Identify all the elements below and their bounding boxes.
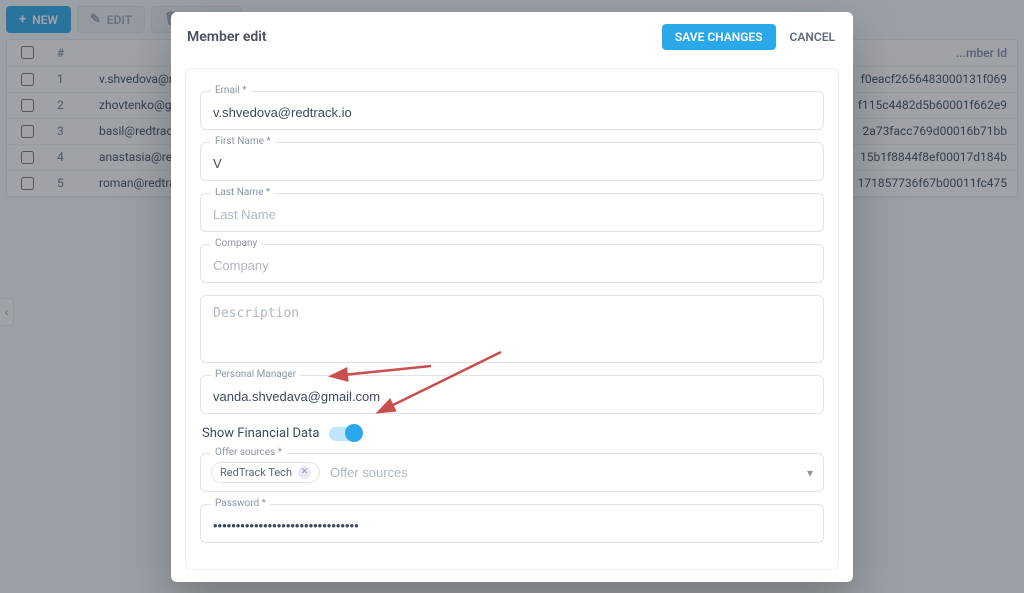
description-field[interactable] xyxy=(213,306,811,350)
manager-field[interactable] xyxy=(213,389,811,404)
offer-source-chip[interactable]: RedTrack Tech ✕ xyxy=(211,462,320,483)
first-name-label: First Name * xyxy=(211,136,275,147)
show-financial-label: Show Financial Data xyxy=(202,426,319,441)
modal-title: Member edit xyxy=(187,29,267,45)
first-name-field-wrap: First Name * xyxy=(200,142,824,181)
modal-header: Member edit SAVE CHANGES CANCEL xyxy=(171,12,853,58)
last-name-label: Last Name * xyxy=(211,187,274,198)
manager-label: Personal Manager xyxy=(211,369,300,380)
chevron-down-icon[interactable]: ▾ xyxy=(807,466,813,480)
first-name-field[interactable] xyxy=(213,156,811,171)
company-field[interactable] xyxy=(213,258,811,273)
last-name-field-wrap: Last Name * xyxy=(200,193,824,232)
show-financial-toggle[interactable] xyxy=(329,427,361,441)
chip-label: RedTrack Tech xyxy=(220,466,292,479)
chip-remove-icon[interactable]: ✕ xyxy=(298,466,311,479)
password-label: Password * xyxy=(211,498,270,509)
cancel-button-top[interactable]: CANCEL xyxy=(790,30,835,44)
password-field-wrap: Password * xyxy=(200,504,824,543)
manager-field-wrap: Personal Manager xyxy=(200,375,824,414)
last-name-field[interactable] xyxy=(213,207,811,222)
form-panel: Email * First Name * Last Name * Company xyxy=(185,68,839,570)
email-label: Email * xyxy=(211,85,251,96)
show-financial-row: Show Financial Data xyxy=(202,426,824,441)
password-field[interactable] xyxy=(213,518,811,533)
modal-overlay: Member edit SAVE CHANGES CANCEL Email * … xyxy=(0,0,1024,593)
save-button-label: SAVE CHANGES xyxy=(675,30,763,44)
save-button-top[interactable]: SAVE CHANGES xyxy=(662,24,776,50)
company-field-wrap: Company xyxy=(200,244,824,283)
modal-body: Email * First Name * Last Name * Company xyxy=(171,58,853,576)
modal-inner-actions: SAVE CHANGES xyxy=(171,576,853,582)
email-field[interactable] xyxy=(213,105,811,120)
email-field-wrap: Email * xyxy=(200,91,824,130)
company-label: Company xyxy=(211,238,261,249)
toggle-knob xyxy=(345,424,363,442)
offer-sources-field-wrap[interactable]: Offer sources * RedTrack Tech ✕ ▾ xyxy=(200,453,824,492)
description-field-wrap xyxy=(200,295,824,363)
offer-sources-input[interactable] xyxy=(330,465,797,480)
member-edit-modal: Member edit SAVE CHANGES CANCEL Email * … xyxy=(171,12,853,582)
offer-sources-label: Offer sources * xyxy=(211,447,286,458)
